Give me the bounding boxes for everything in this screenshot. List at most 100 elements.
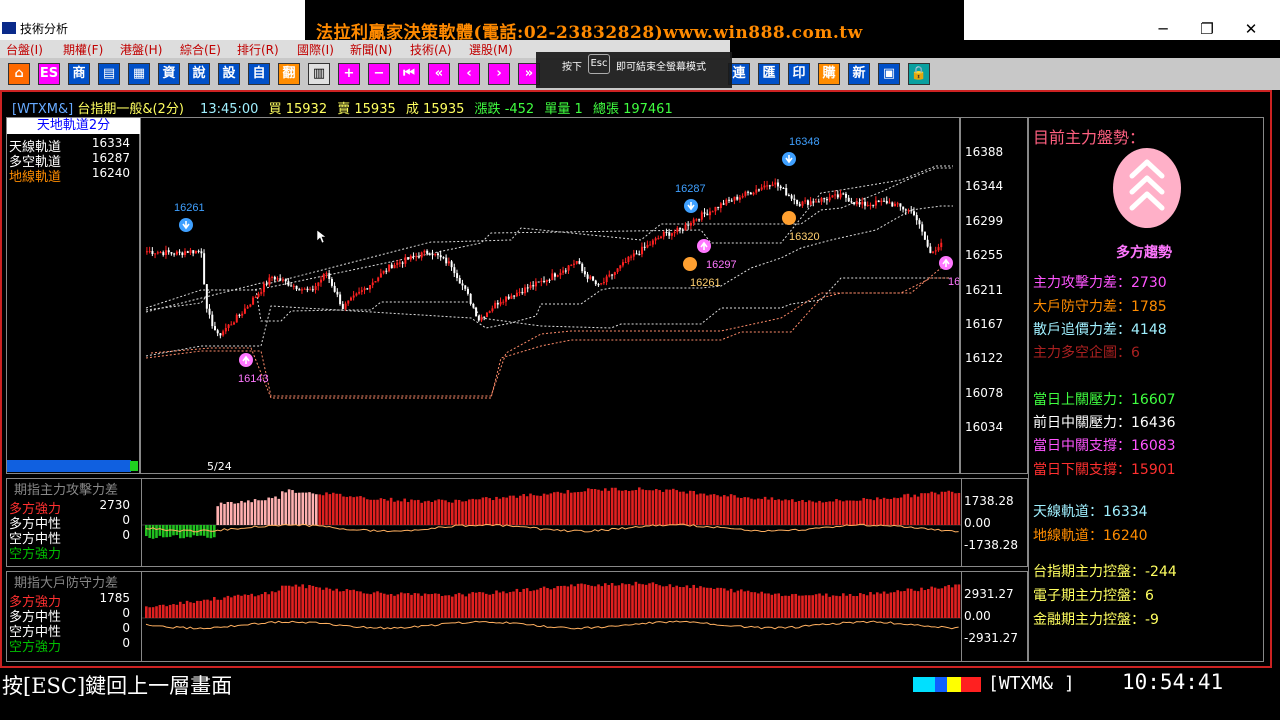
menu-item[interactable]: 國際(I) xyxy=(297,41,334,58)
candlestick-chart[interactable]: 16261 16143 16287 16297 16261 16348 16320 16 xyxy=(140,117,960,474)
candle-body xyxy=(445,257,448,264)
window-icon[interactable]: ▣ xyxy=(878,63,900,85)
candle-body xyxy=(154,253,157,255)
minus-icon[interactable]: − xyxy=(368,63,390,85)
fast-back-icon[interactable]: « xyxy=(428,63,450,85)
candle-body xyxy=(847,197,850,202)
force-bar xyxy=(437,499,440,525)
said-button[interactable]: 說 xyxy=(188,63,210,85)
force-bar xyxy=(512,591,515,618)
back-icon[interactable]: ‹ xyxy=(458,63,480,85)
chart2-button[interactable]: ▦ xyxy=(128,63,150,85)
close-icon[interactable]: ✕ xyxy=(1236,18,1266,40)
force-bar xyxy=(532,495,536,525)
esc-icon[interactable]: ES xyxy=(38,63,60,85)
candle-body xyxy=(355,293,358,296)
candle-body xyxy=(246,306,249,309)
side-stat: 前日中關壓力：16436 xyxy=(1033,415,1176,431)
new-button[interactable]: 新 xyxy=(848,63,870,85)
force-bar xyxy=(155,525,158,538)
force-bar xyxy=(903,494,906,525)
force-bar xyxy=(372,592,376,618)
force-bar xyxy=(440,596,444,618)
candle-body xyxy=(934,250,937,252)
report-button[interactable]: 翻 xyxy=(278,63,300,85)
force-bar xyxy=(774,499,777,525)
candle-body xyxy=(404,257,407,264)
plus-icon[interactable]: + xyxy=(338,63,360,85)
force-bar xyxy=(553,492,556,525)
list-button[interactable]: ▥ xyxy=(308,63,330,85)
candle-body xyxy=(540,280,543,282)
menu-item[interactable]: 台盤(I) xyxy=(6,41,43,58)
forward-icon[interactable]: › xyxy=(488,63,510,85)
minimize-icon[interactable]: ─ xyxy=(1148,18,1178,40)
restore-icon[interactable]: ❐ xyxy=(1192,18,1222,40)
candle-body xyxy=(913,211,916,216)
force-bar xyxy=(328,494,332,525)
force-bar xyxy=(172,604,175,618)
force-bar xyxy=(767,499,770,525)
menu-item[interactable]: 港盤(H) xyxy=(120,41,162,58)
force-value: 0 xyxy=(122,528,130,542)
candle-body xyxy=(181,252,184,256)
candle-body xyxy=(330,279,333,286)
candle-body xyxy=(921,224,924,232)
print-button[interactable]: 印 xyxy=(788,63,810,85)
force-bar xyxy=(485,593,488,618)
candle-body xyxy=(265,283,268,285)
force-bar xyxy=(916,496,920,525)
candle-body xyxy=(714,206,717,212)
candle-body xyxy=(290,285,293,287)
home-icon[interactable]: ⌂ xyxy=(8,63,30,85)
menu-item[interactable]: 技術(A) xyxy=(410,41,452,58)
candle-body xyxy=(252,297,255,305)
menu-item[interactable]: 新聞(N) xyxy=(350,41,392,58)
commodity-button[interactable]: 商 xyxy=(68,63,90,85)
force-bar xyxy=(865,498,869,525)
set-button[interactable]: 設 xyxy=(218,63,240,85)
force-bar xyxy=(488,498,491,525)
force-bar xyxy=(916,591,920,618)
menu-item[interactable]: 排行(R) xyxy=(237,41,279,58)
menu-item[interactable]: 綜合(E) xyxy=(180,41,221,58)
main-legend-title[interactable]: 天地軌道2分 xyxy=(7,118,140,134)
buy-button[interactable]: 購 xyxy=(818,63,840,85)
force-bar xyxy=(338,591,342,618)
force-bar xyxy=(661,491,665,525)
force-bar xyxy=(590,488,593,525)
candle-body xyxy=(660,236,663,239)
force-bar xyxy=(702,587,706,618)
candle-body xyxy=(184,251,187,256)
force-bar xyxy=(519,495,522,525)
candle-body xyxy=(698,219,701,221)
force-bar xyxy=(933,587,937,618)
force-bar xyxy=(502,497,505,525)
force-bar xyxy=(852,595,855,618)
menu-item[interactable]: 期權(F) xyxy=(63,41,103,58)
force-bar xyxy=(400,501,403,525)
candle-body xyxy=(545,279,548,282)
force-bar xyxy=(342,496,345,525)
force-bar xyxy=(600,586,604,618)
ask-label: 賣 xyxy=(337,102,351,117)
exchange-button[interactable]: 匯 xyxy=(758,63,780,85)
force-bar xyxy=(525,588,529,618)
force-bar xyxy=(587,584,590,618)
chart-button[interactable]: ▤ xyxy=(98,63,120,85)
candle-body xyxy=(456,273,459,278)
info-button[interactable]: 資 xyxy=(158,63,180,85)
candle-body xyxy=(197,250,200,252)
self-button[interactable]: 自 xyxy=(248,63,270,85)
lock-icon[interactable]: 🔒 xyxy=(908,63,930,85)
force-bar xyxy=(716,495,719,525)
scroll-thumb[interactable] xyxy=(130,461,138,471)
menu-item[interactable]: 選股(M) xyxy=(469,41,513,58)
scroll-track[interactable] xyxy=(7,460,131,472)
candle-body xyxy=(287,281,290,286)
candle-body xyxy=(798,204,801,206)
force-bar xyxy=(389,594,393,618)
candle-body xyxy=(420,252,423,258)
force-bar xyxy=(281,585,284,618)
first-icon[interactable]: ⏮ xyxy=(398,63,420,85)
